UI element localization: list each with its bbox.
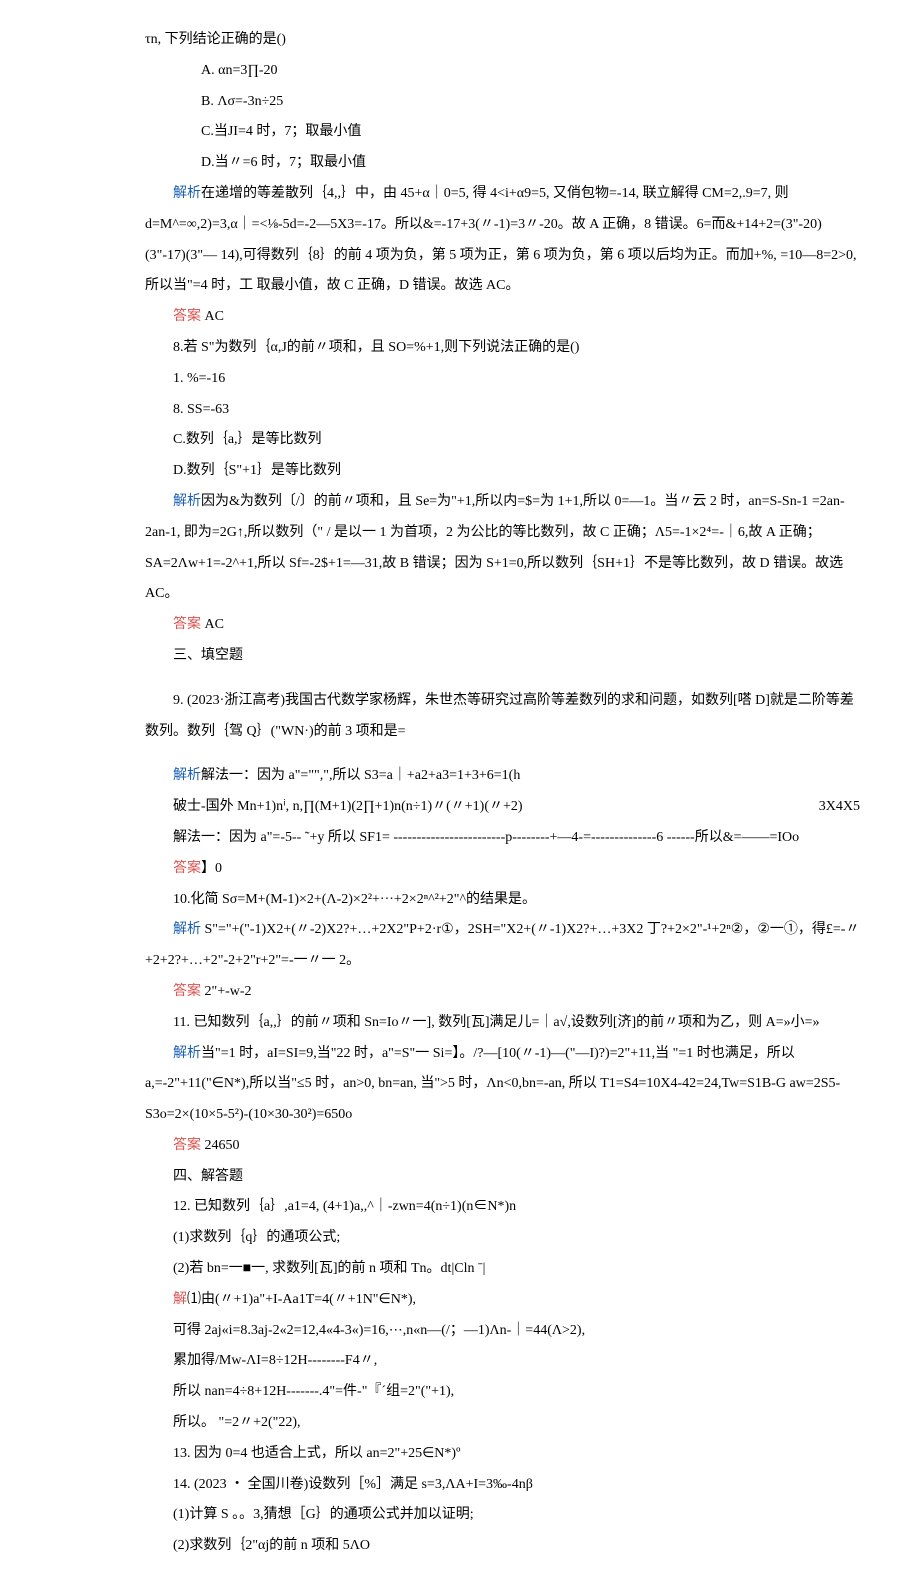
- analysis-block: 解析在递增的等差散列｛4,,｝中，由 45+α｜0=5, 得 4<i+α9=5,…: [145, 179, 860, 302]
- answer-label-5: 答案: [173, 1138, 201, 1153]
- analysis-label-4: 解析: [173, 922, 201, 937]
- answer-block-5: 答案 24650: [145, 1131, 860, 1162]
- option-d: D.当〃=6 时，7；取最小值: [145, 148, 860, 179]
- formula-row: 破士-国外 Mn+1)nⁱ, n,∏(M+1)(2∏+1)n(n÷1)〃(〃+1…: [145, 792, 860, 823]
- answer-label: 答案: [173, 309, 201, 324]
- step-2: 累加得/Mw-ΛI=8÷12H--------F4〃,: [145, 1346, 860, 1377]
- solution-label: 解: [173, 1292, 187, 1307]
- solution-block: 解⑴由(〃+1)a"+I-Aa1T=4(〃+1N"∈N*),: [145, 1285, 860, 1316]
- formula-left: 破士-国外 Mn+1)nⁱ, n,∏(M+1)(2∏+1)n(n÷1)〃(〃+1…: [145, 792, 523, 823]
- answer-text: AC: [205, 309, 224, 324]
- q14-sub1: (1)计算 S 。。3,猜想［G｝的通项公式并加以证明;: [145, 1500, 860, 1531]
- analysis-block-5: 解析当"=1 时，aI=SI=9,当"22 时，a"=S"一 Si=】。/?—[…: [145, 1039, 860, 1131]
- method-2: 解法一：因为 a"=-5-- ˜+y 所以 SF1= -------------…: [145, 823, 860, 854]
- analysis-block-4: 解析 S"="+("-1)X2+(〃-2)X2?+…+2X2"P+2·r①，2S…: [145, 915, 860, 977]
- analysis-text-3: 解法一：因为 a"="",",所以 S3=a｜+a2+a3=1+3+6=1(h: [201, 768, 520, 783]
- analysis-text-2: 因为&为数列〔/〕的前〃项和，且 Se=为"+1,所以内=$=为 1+1,所以 …: [145, 494, 845, 601]
- formula-right: 3X4X5: [791, 792, 860, 823]
- step-1: 可得 2aj«i=8.3aj-2«2=12,4«4-3«)=16,⋯,n«n—(…: [145, 1316, 860, 1347]
- question-13: 13. 因为 0=4 也适合上式，所以 an=2"+25∈N*)º: [145, 1439, 860, 1470]
- answer-text-2: AC: [205, 617, 224, 632]
- analysis-text: 在递增的等差散列｛4,,｝中，由 45+α｜0=5, 得 4<i+α9=5, 又…: [145, 186, 856, 293]
- analysis-text-4: S"="+("-1)X2+(〃-2)X2?+…+2X2"P+2·r①，2SH="…: [145, 922, 859, 968]
- answer-block: 答案 AC: [145, 302, 860, 333]
- question-11: 11. 已知数列｛a,,｝的前〃项和 Sn=Io〃一], 数列[瓦]满足儿=｜a…: [145, 1008, 860, 1039]
- option-b: B. Λσ=-3n÷25: [145, 87, 860, 118]
- option-d2: D.数列｛S"+1｝是等比数列: [145, 456, 860, 487]
- analysis-text-5: 当"=1 时，aI=SI=9,当"22 时，a"=S"一 Si=】。/?—[10…: [145, 1046, 840, 1123]
- analysis-label-3: 解析: [173, 768, 201, 783]
- answer-text-5: 24650: [205, 1138, 240, 1153]
- q12-sub1: (1)求数列｛q｝的通项公式;: [145, 1223, 860, 1254]
- question-8: 8.若 S"为数列｛α,J的前〃项和，且 SO=%+1,则下列说法正确的是(): [145, 333, 860, 364]
- answer-text-4: 2"+-w-2: [205, 984, 252, 999]
- answer-text-3: 】0: [201, 861, 222, 876]
- section-3: 三、填空题: [145, 641, 860, 672]
- section-4: 四、解答题: [145, 1162, 860, 1193]
- step-4: 所以。 "=2〃+2("22),: [145, 1408, 860, 1439]
- answer-label-3: 答案: [173, 861, 201, 876]
- option-8: 8. SS=-63: [145, 395, 860, 426]
- analysis-label-5: 解析: [173, 1046, 201, 1061]
- question-10: 10.化简 Sσ=M+(M-1)×2+(Λ-2)×2²+···+2×2ⁿ^²+2…: [145, 885, 860, 916]
- paragraph-intro: τn, 下列结论正确的是(): [145, 25, 860, 56]
- question-12: 12. 已知数列｛a｝,a1=4, (4+1)a,,^｜-zwn=4(n÷1)(…: [145, 1192, 860, 1223]
- option-a: A. αn=3∏-20: [145, 56, 860, 87]
- option-1: 1. %=-16: [145, 364, 860, 395]
- q12-sub2: (2)若 bn=一■一, 求数列[瓦]的前 n 项和 Tn。dt|Cln ˉ|: [145, 1254, 860, 1285]
- analysis-block-3: 解析解法一：因为 a"="",",所以 S3=a｜+a2+a3=1+3+6=1(…: [145, 761, 860, 792]
- analysis-label: 解析: [173, 186, 201, 201]
- document-page: τn, 下列结论正确的是() A. αn=3∏-20 B. Λσ=-3n÷25 …: [0, 0, 920, 1587]
- answer-block-3: 答案】0: [145, 854, 860, 885]
- option-c: C.当JI=4 时，7；取最小值: [145, 117, 860, 148]
- option-c2: C.数列｛a,｝是等比数列: [145, 425, 860, 456]
- question-9: 9. (2023·浙江高考)我国古代数学家杨辉，朱世杰等研究过高阶等差数列的求和…: [145, 686, 860, 748]
- answer-block-4: 答案 2"+-w-2: [145, 977, 860, 1008]
- solution-text: ⑴由(〃+1)a"+I-Aa1T=4(〃+1N"∈N*),: [187, 1292, 416, 1307]
- q14-sub2: (2)求数列｛2"αj的前 n 项和 5ΛO: [145, 1531, 860, 1562]
- step-3: 所以 nan=4÷8+12H-------.4"=件-"『´组=2"("+1),: [145, 1377, 860, 1408]
- answer-block-2: 答案 AC: [145, 610, 860, 641]
- analysis-block-2: 解析因为&为数列〔/〕的前〃项和，且 Se=为"+1,所以内=$=为 1+1,所…: [145, 487, 860, 610]
- answer-label-4: 答案: [173, 984, 201, 999]
- answer-label-2: 答案: [173, 617, 201, 632]
- question-14: 14. (2023 ・ 全国川卷)设数列［%］满足 s=3,ΛA+I=3‰-4n…: [145, 1470, 860, 1501]
- analysis-label-2: 解析: [173, 494, 201, 509]
